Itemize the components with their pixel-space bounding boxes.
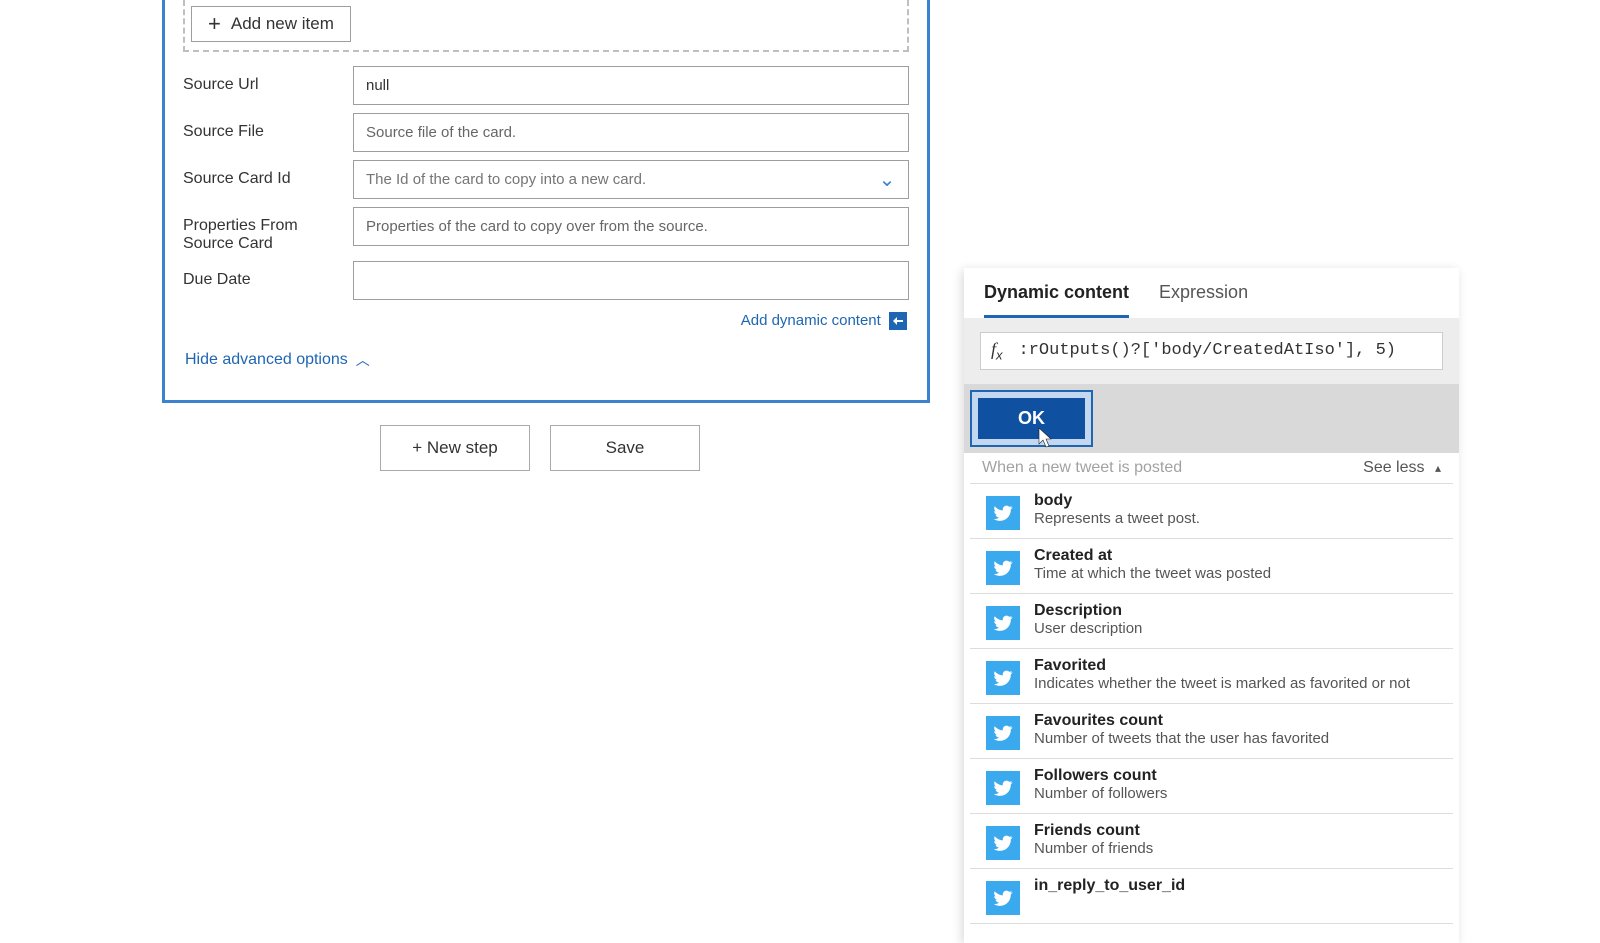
label-source-url: Source Url xyxy=(183,66,343,94)
ok-button[interactable]: OK xyxy=(972,392,1091,445)
dc-item-texts: Created atTime at which the tweet was po… xyxy=(1034,547,1437,582)
dc-item[interactable]: FavoritedIndicates whether the tweet is … xyxy=(970,649,1453,704)
hide-advanced-options-toggle[interactable]: Hide advanced options ︿ xyxy=(165,334,927,380)
new-step-button[interactable]: + New step xyxy=(380,425,530,471)
dc-item-texts: Favourites countNumber of tweets that th… xyxy=(1034,712,1437,747)
dc-item[interactable]: Favourites countNumber of tweets that th… xyxy=(970,704,1453,759)
dc-item-title: Friends count xyxy=(1034,822,1437,840)
see-less-link[interactable]: See less xyxy=(1363,459,1424,476)
field-row-source-file: Source File xyxy=(165,109,927,156)
input-source-url[interactable] xyxy=(353,66,909,105)
dc-group-header: When a new tweet is posted See less ▴ xyxy=(964,453,1459,483)
dc-item-title: Followers count xyxy=(1034,767,1437,785)
dc-item-texts: in_reply_to_user_id xyxy=(1034,877,1437,895)
add-new-item-button[interactable]: + Add new item xyxy=(191,6,351,42)
label-source-card-id: Source Card Id xyxy=(183,160,343,188)
field-row-source-card-id: Source Card Id ⌄ xyxy=(165,156,927,203)
chevron-up-icon: ︿ xyxy=(356,350,370,370)
dc-item[interactable]: in_reply_to_user_id xyxy=(970,869,1453,924)
select-source-card-id-text[interactable] xyxy=(354,161,872,198)
dc-item-desc: Time at which the tweet was posted xyxy=(1034,565,1437,582)
dc-item-texts: DescriptionUser description xyxy=(1034,602,1437,637)
caret-up-icon[interactable]: ▴ xyxy=(1435,461,1441,475)
fx-expression-input[interactable] xyxy=(1019,341,1432,360)
dc-item-title: Description xyxy=(1034,602,1437,620)
dc-item[interactable]: DescriptionUser description xyxy=(970,594,1453,649)
twitter-icon xyxy=(986,826,1020,860)
dc-item[interactable]: Created atTime at which the tweet was po… xyxy=(970,539,1453,594)
add-item-label: Add new item xyxy=(231,14,334,34)
dc-item-title: Favorited xyxy=(1034,657,1437,675)
field-row-source-url: Source Url xyxy=(165,62,927,109)
dynamic-content-icon[interactable] xyxy=(889,312,907,330)
dynamic-content-popup: Dynamic content Expression fx OK When a … xyxy=(964,268,1459,943)
popup-tabs: Dynamic content Expression xyxy=(964,268,1459,318)
twitter-icon xyxy=(986,881,1020,915)
ok-label: OK xyxy=(1018,408,1045,428)
field-row-due-date: Due Date xyxy=(165,257,927,304)
save-button[interactable]: Save xyxy=(550,425,700,471)
dc-item[interactable]: bodyRepresents a tweet post. xyxy=(970,483,1453,539)
chevron-down-icon: ⌄ xyxy=(872,167,902,192)
label-source-file: Source File xyxy=(183,113,343,141)
dc-item-desc: Number of friends xyxy=(1034,840,1437,857)
fx-bar: fx xyxy=(964,318,1459,384)
dc-item-texts: Followers countNumber of followers xyxy=(1034,767,1437,802)
twitter-icon xyxy=(986,606,1020,640)
dc-item[interactable]: Friends countNumber of friends xyxy=(970,814,1453,869)
ok-row: OK xyxy=(964,384,1459,453)
twitter-icon xyxy=(986,716,1020,750)
dc-group-title: When a new tweet is posted xyxy=(982,459,1182,477)
add-item-container: + Add new item xyxy=(183,0,909,52)
cursor-icon xyxy=(1036,426,1056,450)
dc-item-title: body xyxy=(1034,492,1437,510)
dc-item-desc: Indicates whether the tweet is marked as… xyxy=(1034,675,1437,692)
dc-item-desc: Represents a tweet post. xyxy=(1034,510,1437,527)
input-due-date[interactable] xyxy=(353,261,909,300)
dc-item-list[interactable]: bodyRepresents a tweet post. Created atTi… xyxy=(964,483,1459,943)
tab-dynamic-content[interactable]: Dynamic content xyxy=(984,276,1129,318)
twitter-icon xyxy=(986,496,1020,530)
twitter-icon xyxy=(986,661,1020,695)
hide-advanced-label: Hide advanced options xyxy=(185,351,348,369)
dc-item-title: in_reply_to_user_id xyxy=(1034,877,1437,895)
dc-item-title: Favourites count xyxy=(1034,712,1437,730)
fx-input-wrap[interactable]: fx xyxy=(980,332,1443,370)
dc-item-title: Created at xyxy=(1034,547,1437,565)
add-dynamic-content-link[interactable]: Add dynamic content xyxy=(741,312,881,329)
input-props-from-source[interactable] xyxy=(353,207,909,246)
label-due-date: Due Date xyxy=(183,261,343,289)
select-source-card-id[interactable]: ⌄ xyxy=(353,160,909,199)
action-card-panel: + Add new item Source Url Source File So… xyxy=(162,0,930,403)
input-source-file[interactable] xyxy=(353,113,909,152)
twitter-icon xyxy=(986,551,1020,585)
dc-item[interactable]: Followers countNumber of followers xyxy=(970,759,1453,814)
dc-item-desc: User description xyxy=(1034,620,1437,637)
plus-icon: + xyxy=(208,13,221,35)
dc-item-texts: bodyRepresents a tweet post. xyxy=(1034,492,1437,527)
field-row-props-from-source: Properties From Source Card xyxy=(165,203,927,257)
flow-action-buttons: + New step Save xyxy=(380,425,700,471)
dc-item-desc: Number of tweets that the user has favor… xyxy=(1034,730,1437,747)
dc-item-texts: Friends countNumber of friends xyxy=(1034,822,1437,857)
tab-expression[interactable]: Expression xyxy=(1159,276,1248,318)
fx-icon: fx xyxy=(991,339,1003,363)
dc-item-texts: FavoritedIndicates whether the tweet is … xyxy=(1034,657,1437,692)
twitter-icon xyxy=(986,771,1020,805)
label-props-from-source: Properties From Source Card xyxy=(183,207,343,253)
dc-item-desc: Number of followers xyxy=(1034,785,1437,802)
dynamic-content-link-row: Add dynamic content xyxy=(165,304,927,334)
